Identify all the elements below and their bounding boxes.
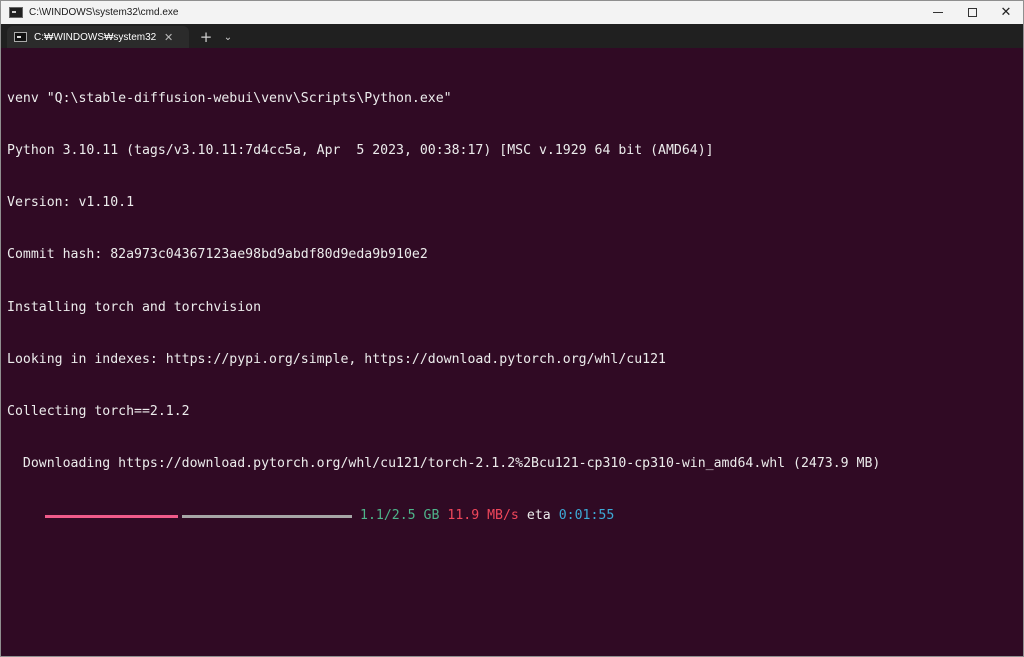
minimize-icon [933, 12, 943, 13]
tab-title: C:₩WINDOWS₩system32₩cmd.exe [34, 31, 156, 43]
title-bar[interactable]: C:\WINDOWS\system32\cmd.exe ✕ [1, 1, 1023, 24]
close-icon: ✕ [1000, 5, 1012, 20]
progress-bar-filled [45, 514, 178, 518]
progress-eta-label: eta [526, 508, 551, 524]
terminal-line: Python 3.10.11 (tags/v3.10.11:7d4cc5a, A… [7, 143, 714, 159]
tab-strip: C:₩WINDOWS₩system32₩cmd.exe ✕ + ⌄ [1, 24, 1023, 48]
tab-cmd[interactable]: C:₩WINDOWS₩system32₩cmd.exe ✕ [7, 26, 189, 48]
maximize-button[interactable] [955, 1, 989, 24]
new-tab-button[interactable]: + [195, 26, 217, 48]
terminal-output[interactable]: venv "Q:\stable-diffusion-webui\venv\Scr… [1, 48, 1023, 656]
cmd-app-icon [9, 7, 23, 18]
terminal-line: Collecting torch==2.1.2 [7, 404, 190, 420]
terminal-line: venv "Q:\stable-diffusion-webui\venv\Scr… [7, 90, 452, 106]
tab-dropdown-button[interactable]: ⌄ [217, 26, 239, 48]
terminal-line: Installing torch and torchvision [7, 299, 262, 315]
terminal-line: Commit hash: 82a973c04367123ae98bd9abdf8… [7, 247, 428, 263]
tab-close-icon[interactable]: ✕ [164, 31, 173, 44]
progress-size: 1.1/2.5 GB [360, 508, 440, 524]
window-controls: ✕ [921, 1, 1023, 24]
terminal-line: Looking in indexes: https://pypi.org/sim… [7, 351, 666, 367]
terminal-window: C:\WINDOWS\system32\cmd.exe ✕ C:₩WINDOWS… [0, 0, 1024, 657]
minimize-button[interactable] [921, 1, 955, 24]
progress-eta: 0:01:55 [558, 508, 615, 524]
window-title: C:\WINDOWS\system32\cmd.exe [29, 7, 179, 18]
progress-speed: 11.9 MB/s [447, 508, 519, 524]
close-button[interactable]: ✕ [989, 1, 1023, 24]
progress-bar-remaining [182, 514, 352, 518]
terminal-line: Version: v1.10.1 [7, 195, 135, 211]
download-progress: 1.1/2.5 GB 11.9 MB/s eta 0:01:55 [7, 507, 1023, 524]
maximize-icon [967, 8, 977, 17]
chevron-down-icon: ⌄ [223, 31, 233, 43]
plus-icon: + [199, 28, 213, 46]
cmd-tab-icon [14, 32, 27, 42]
terminal-line: Downloading https://download.pytorch.org… [7, 456, 881, 472]
